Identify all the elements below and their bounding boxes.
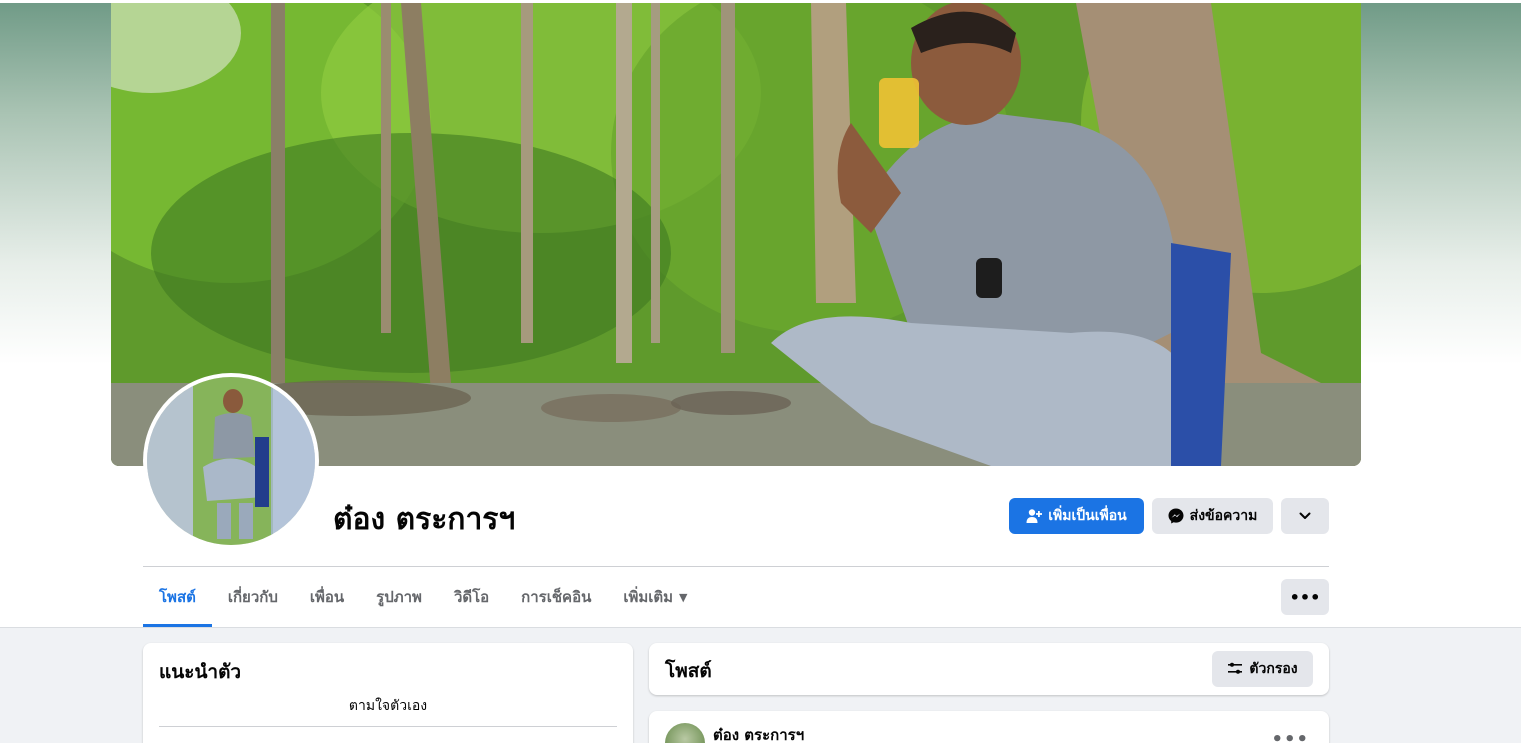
tab-videos[interactable]: วิดีโอ	[438, 567, 505, 627]
intro-title: แนะนำตัว	[159, 661, 242, 683]
add-friend-label: เพิ่มเป็นเพื่อน	[1048, 508, 1127, 524]
tab-friends[interactable]: เพื่อน	[294, 567, 360, 627]
intro-divider	[159, 726, 617, 727]
post-card: ต๋อง ตระการฯ •••	[649, 711, 1329, 743]
intro-bio: ตามใจตัวเอง	[348, 698, 428, 714]
post-options-icon[interactable]: •••	[1271, 729, 1309, 743]
posts-title: โพสต์	[665, 660, 712, 682]
tab-posts[interactable]: โพสต์	[143, 567, 212, 627]
add-friend-button[interactable]: เพิ่มเป็นเพื่อน	[1009, 498, 1144, 534]
post-author[interactable]: ต๋อง ตระการฯ	[713, 723, 804, 743]
message-button[interactable]: ส่งข้อความ	[1152, 498, 1273, 534]
profile-name: ต๋อง ตระการฯ	[333, 502, 516, 537]
profile-options-button[interactable]	[1281, 498, 1329, 534]
messenger-icon	[1168, 508, 1184, 524]
filter-button[interactable]: ตัวกรอง	[1212, 651, 1313, 687]
tab-about[interactable]: เกี่ยวกับ	[212, 567, 294, 627]
avatar[interactable]	[665, 723, 705, 743]
filter-label: ตัวกรอง	[1249, 661, 1298, 677]
tab-checkins[interactable]: การเช็คอิน	[505, 567, 607, 627]
profile-tabs: โพสต์ เกี่ยวกับ เพื่อน รูปภาพ วิดีโอ การ…	[143, 567, 703, 627]
chevron-down-icon	[1299, 512, 1311, 519]
tab-photos[interactable]: รูปภาพ	[360, 567, 438, 627]
sliders-icon	[1228, 662, 1243, 674]
cover-photo[interactable]	[111, 3, 1361, 466]
posts-header-card: โพสต์ ตัวกรอง	[649, 643, 1329, 695]
more-options-button[interactable]: •••	[1281, 579, 1329, 615]
caret-down-icon: ▼	[679, 590, 688, 604]
intro-card: แนะนำตัว ตามใจตัวเอง	[143, 643, 633, 743]
profile-photo[interactable]	[143, 373, 319, 549]
person-plus-icon	[1026, 509, 1043, 523]
profile-photo-image	[147, 377, 315, 545]
tab-more[interactable]: เพิ่มเติม ▼	[607, 567, 703, 627]
message-label: ส่งข้อความ	[1189, 508, 1258, 524]
ellipsis-icon: •••	[1289, 587, 1321, 607]
